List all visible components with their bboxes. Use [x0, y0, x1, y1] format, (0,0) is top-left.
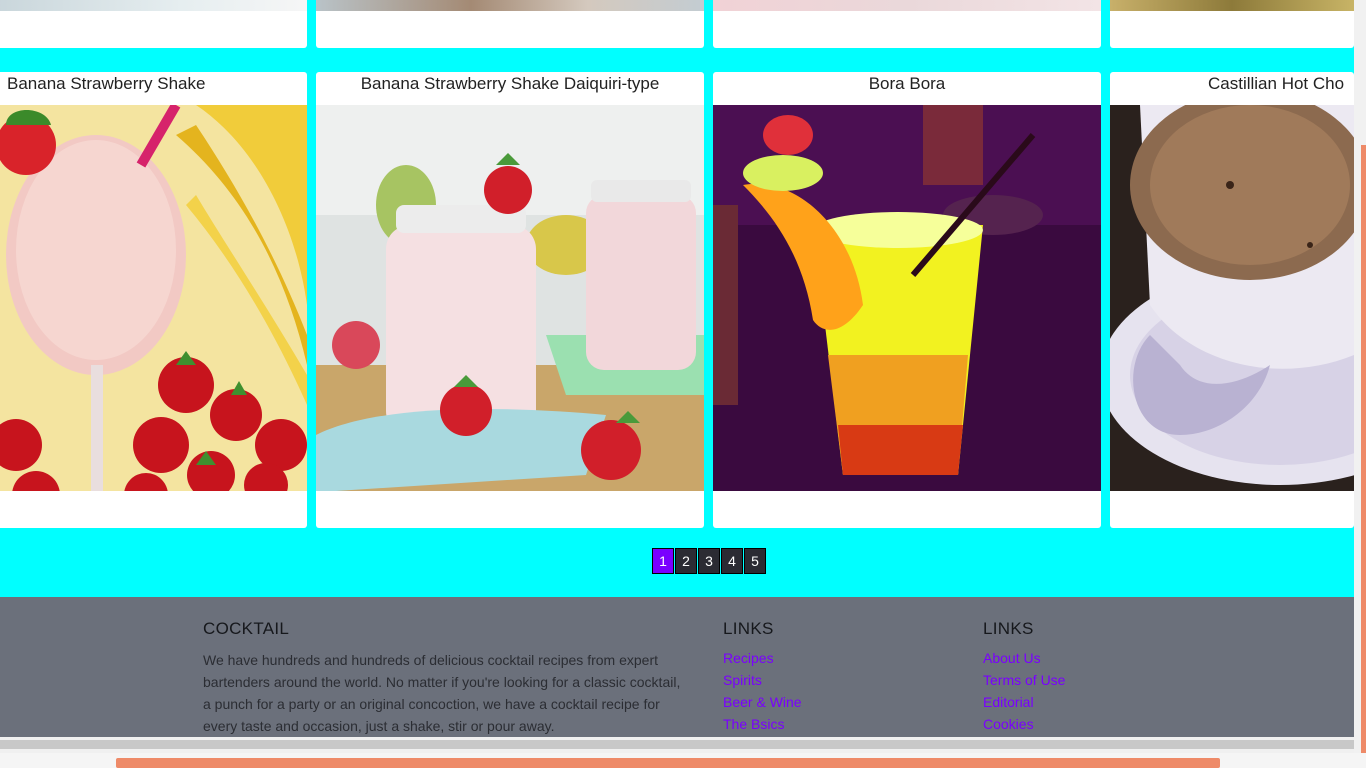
card-image[interactable]: [1110, 105, 1354, 491]
card-top-3[interactable]: [713, 0, 1101, 48]
card-top-1-image: [0, 0, 307, 11]
footer-about: COCKTAIL We have hundreds and hundreds o…: [203, 619, 683, 737]
card-top-3-image: [713, 0, 1101, 11]
footer-link-beer-wine[interactable]: Beer & Wine: [723, 691, 802, 713]
horizontal-scrollbar[interactable]: [0, 737, 1354, 753]
card-image[interactable]: [316, 105, 704, 491]
footer-links-1: LINKS Recipes Spirits Beer & Wine The Bs…: [723, 619, 802, 735]
footer-link-about-us[interactable]: About Us: [983, 647, 1065, 669]
card-title[interactable]: Bora Bora: [713, 74, 1101, 94]
card-top-4[interactable]: [1110, 0, 1354, 48]
recipe-card-bora-bora[interactable]: Bora Bora: [713, 72, 1101, 528]
footer-links-heading: LINKS: [723, 619, 774, 638]
vertical-scroll-thumb[interactable]: [1361, 145, 1366, 768]
card-top-4-image: [1110, 0, 1354, 11]
horizontal-scrollbar-thumb[interactable]: [0, 740, 1354, 749]
footer-link-basics[interactable]: The Bsics: [723, 713, 802, 735]
footer-about-text: We have hundreds and hundreds of delicio…: [203, 652, 681, 734]
horizontal-scroll-thumb[interactable]: [116, 758, 1220, 768]
card-title[interactable]: Banana Strawberry Shake Daiquiri-type: [316, 74, 704, 94]
site-footer: COCKTAIL We have hundreds and hundreds o…: [0, 597, 1354, 737]
footer-links-heading: LINKS: [983, 619, 1034, 638]
recipe-card-castillian-hot-chocolate[interactable]: Castillian Hot Cho: [1110, 72, 1354, 528]
page-1-button[interactable]: 1: [652, 548, 674, 574]
footer-about-heading: COCKTAIL: [203, 619, 290, 638]
card-title[interactable]: Castillian Hot Cho: [1208, 74, 1354, 94]
footer-link-editorial[interactable]: Editorial: [983, 691, 1065, 713]
card-top-2[interactable]: [316, 0, 704, 48]
card-image[interactable]: [713, 105, 1101, 491]
page-5-button[interactable]: 5: [744, 548, 766, 574]
card-title[interactable]: Banana Strawberry Shake: [7, 74, 307, 94]
recipe-card-banana-strawberry-daiquiri[interactable]: Banana Strawberry Shake Daiquiri-type: [316, 72, 704, 528]
page-4-button[interactable]: 4: [721, 548, 743, 574]
page-3-button[interactable]: 3: [698, 548, 720, 574]
page-2-button[interactable]: 2: [675, 548, 697, 574]
footer-link-recipes[interactable]: Recipes: [723, 647, 802, 669]
footer-links-2: LINKS About Us Terms of Use Editorial Co…: [983, 619, 1065, 735]
footer-link-spirits[interactable]: Spirits: [723, 669, 802, 691]
recipe-card-banana-strawberry-shake[interactable]: Banana Strawberry Shake: [0, 72, 307, 528]
pagination: 1 2 3 4 5: [652, 548, 767, 574]
footer-link-terms[interactable]: Terms of Use: [983, 669, 1065, 691]
footer-link-cookies[interactable]: Cookies: [983, 713, 1065, 735]
card-top-1[interactable]: [0, 0, 307, 48]
card-image[interactable]: [0, 105, 307, 491]
card-top-2-image: [316, 0, 704, 11]
